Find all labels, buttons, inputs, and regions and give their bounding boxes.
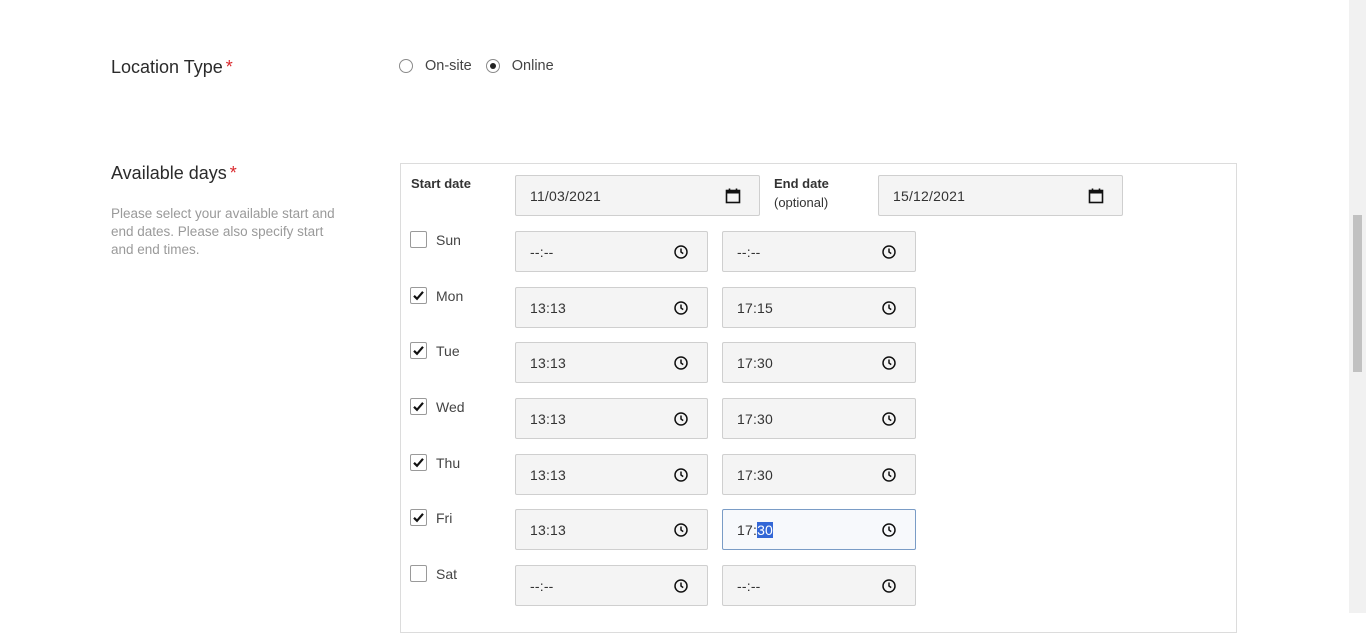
available-days-description: Please select your available start and e… — [111, 206, 335, 257]
calendar-icon[interactable] — [725, 188, 741, 204]
end-time-input-sun[interactable]: --:-- — [722, 231, 916, 272]
clock-icon[interactable] — [881, 300, 897, 316]
clock-icon[interactable] — [673, 300, 689, 316]
end-time-input-wed[interactable]: 17:30 — [722, 398, 916, 439]
clock-icon[interactable] — [673, 411, 689, 427]
day-row-tue: Tue — [410, 342, 460, 359]
clock-icon[interactable] — [673, 244, 689, 260]
day-label-tue: Tue — [436, 342, 460, 359]
end-time-hours: 17: — [737, 521, 758, 538]
day-label-wed: Wed — [436, 398, 465, 415]
location-type-title: Location Type — [111, 57, 223, 77]
clock-icon[interactable] — [881, 467, 897, 483]
day-checkbox-sat[interactable] — [410, 565, 427, 582]
clock-icon[interactable] — [881, 244, 897, 260]
day-row-thu: Thu — [410, 454, 460, 471]
location-type-options: On-site Online — [399, 58, 568, 74]
end-date-label-line2: (optional) — [774, 195, 829, 210]
day-row-sat: Sat — [410, 565, 457, 582]
start-time-input-thu[interactable]: 13:13 — [515, 454, 708, 495]
onsite-radio-label[interactable]: On-site — [425, 58, 472, 74]
day-checkbox-thu[interactable] — [410, 454, 427, 471]
end-time-input-sat[interactable]: --:-- — [722, 565, 916, 606]
available-days-title: Available days — [111, 163, 227, 183]
end-time-input-thu[interactable]: 17:30 — [722, 454, 916, 495]
checkmark-icon — [413, 346, 424, 356]
day-checkbox-wed[interactable] — [410, 398, 427, 415]
clock-icon[interactable] — [881, 522, 897, 538]
day-label-sat: Sat — [436, 565, 458, 582]
onsite-radio[interactable] — [399, 59, 413, 73]
start-time-input-wed[interactable]: 13:13 — [515, 398, 708, 439]
online-radio[interactable] — [485, 59, 500, 73]
checkmark-icon — [413, 458, 424, 468]
start-time-input-sat[interactable]: --:-- — [515, 565, 708, 606]
end-time-input-fri[interactable]: 17:30 — [722, 509, 916, 550]
start-time-input-mon[interactable]: 13:13 — [515, 287, 708, 328]
day-row-sun: Sun — [410, 231, 461, 248]
page-scrollbar[interactable] — [1349, 0, 1366, 613]
start-time-input-fri[interactable]: 13:13 — [515, 509, 708, 550]
clock-icon[interactable] — [881, 355, 897, 371]
start-date-input[interactable]: 11/03/2021 — [515, 175, 760, 216]
scrollbar-thumb[interactable] — [1353, 215, 1362, 372]
checkmark-icon — [413, 291, 424, 301]
clock-icon[interactable] — [673, 467, 689, 483]
online-radio-label[interactable]: Online — [512, 58, 554, 74]
day-checkbox-fri[interactable] — [410, 509, 427, 526]
day-label-thu: Thu — [436, 454, 461, 471]
end-time-minutes-selected[interactable]: 30 — [757, 521, 774, 538]
day-row-mon: Mon — [410, 287, 463, 304]
day-row-wed: Wed — [410, 398, 465, 415]
clock-icon[interactable] — [881, 411, 897, 427]
day-label-fri: Fri — [436, 509, 453, 526]
clock-icon[interactable] — [673, 355, 689, 371]
required-mark: * — [225, 57, 233, 77]
clock-icon[interactable] — [673, 522, 689, 538]
calendar-icon[interactable] — [1088, 188, 1104, 204]
start-date-label: Start date — [411, 176, 471, 191]
end-date-label: End date (optional) — [774, 174, 829, 212]
day-label-mon: Mon — [436, 287, 464, 304]
end-date-input[interactable]: 15/12/2021 — [878, 175, 1123, 216]
checkmark-icon — [413, 402, 424, 412]
end-date-label-line1: End date — [774, 176, 829, 191]
day-label-sun: Sun — [436, 231, 461, 248]
start-time-input-sun[interactable]: --:-- — [515, 231, 708, 272]
required-mark: * — [229, 163, 237, 183]
start-time-input-tue[interactable]: 13:13 — [515, 342, 708, 383]
day-checkbox-mon[interactable] — [410, 287, 427, 304]
location-type-heading: Location Type * — [111, 57, 233, 78]
day-checkbox-tue[interactable] — [410, 342, 427, 359]
end-time-input-mon[interactable]: 17:15 — [722, 287, 916, 328]
clock-icon[interactable] — [673, 578, 689, 594]
end-time-input-tue[interactable]: 17:30 — [722, 342, 916, 383]
checkmark-icon — [413, 513, 424, 523]
day-row-fri: Fri — [410, 509, 452, 526]
available-days-heading: Available days * — [111, 163, 237, 184]
clock-icon[interactable] — [881, 578, 897, 594]
day-checkbox-sun[interactable] — [410, 231, 427, 248]
